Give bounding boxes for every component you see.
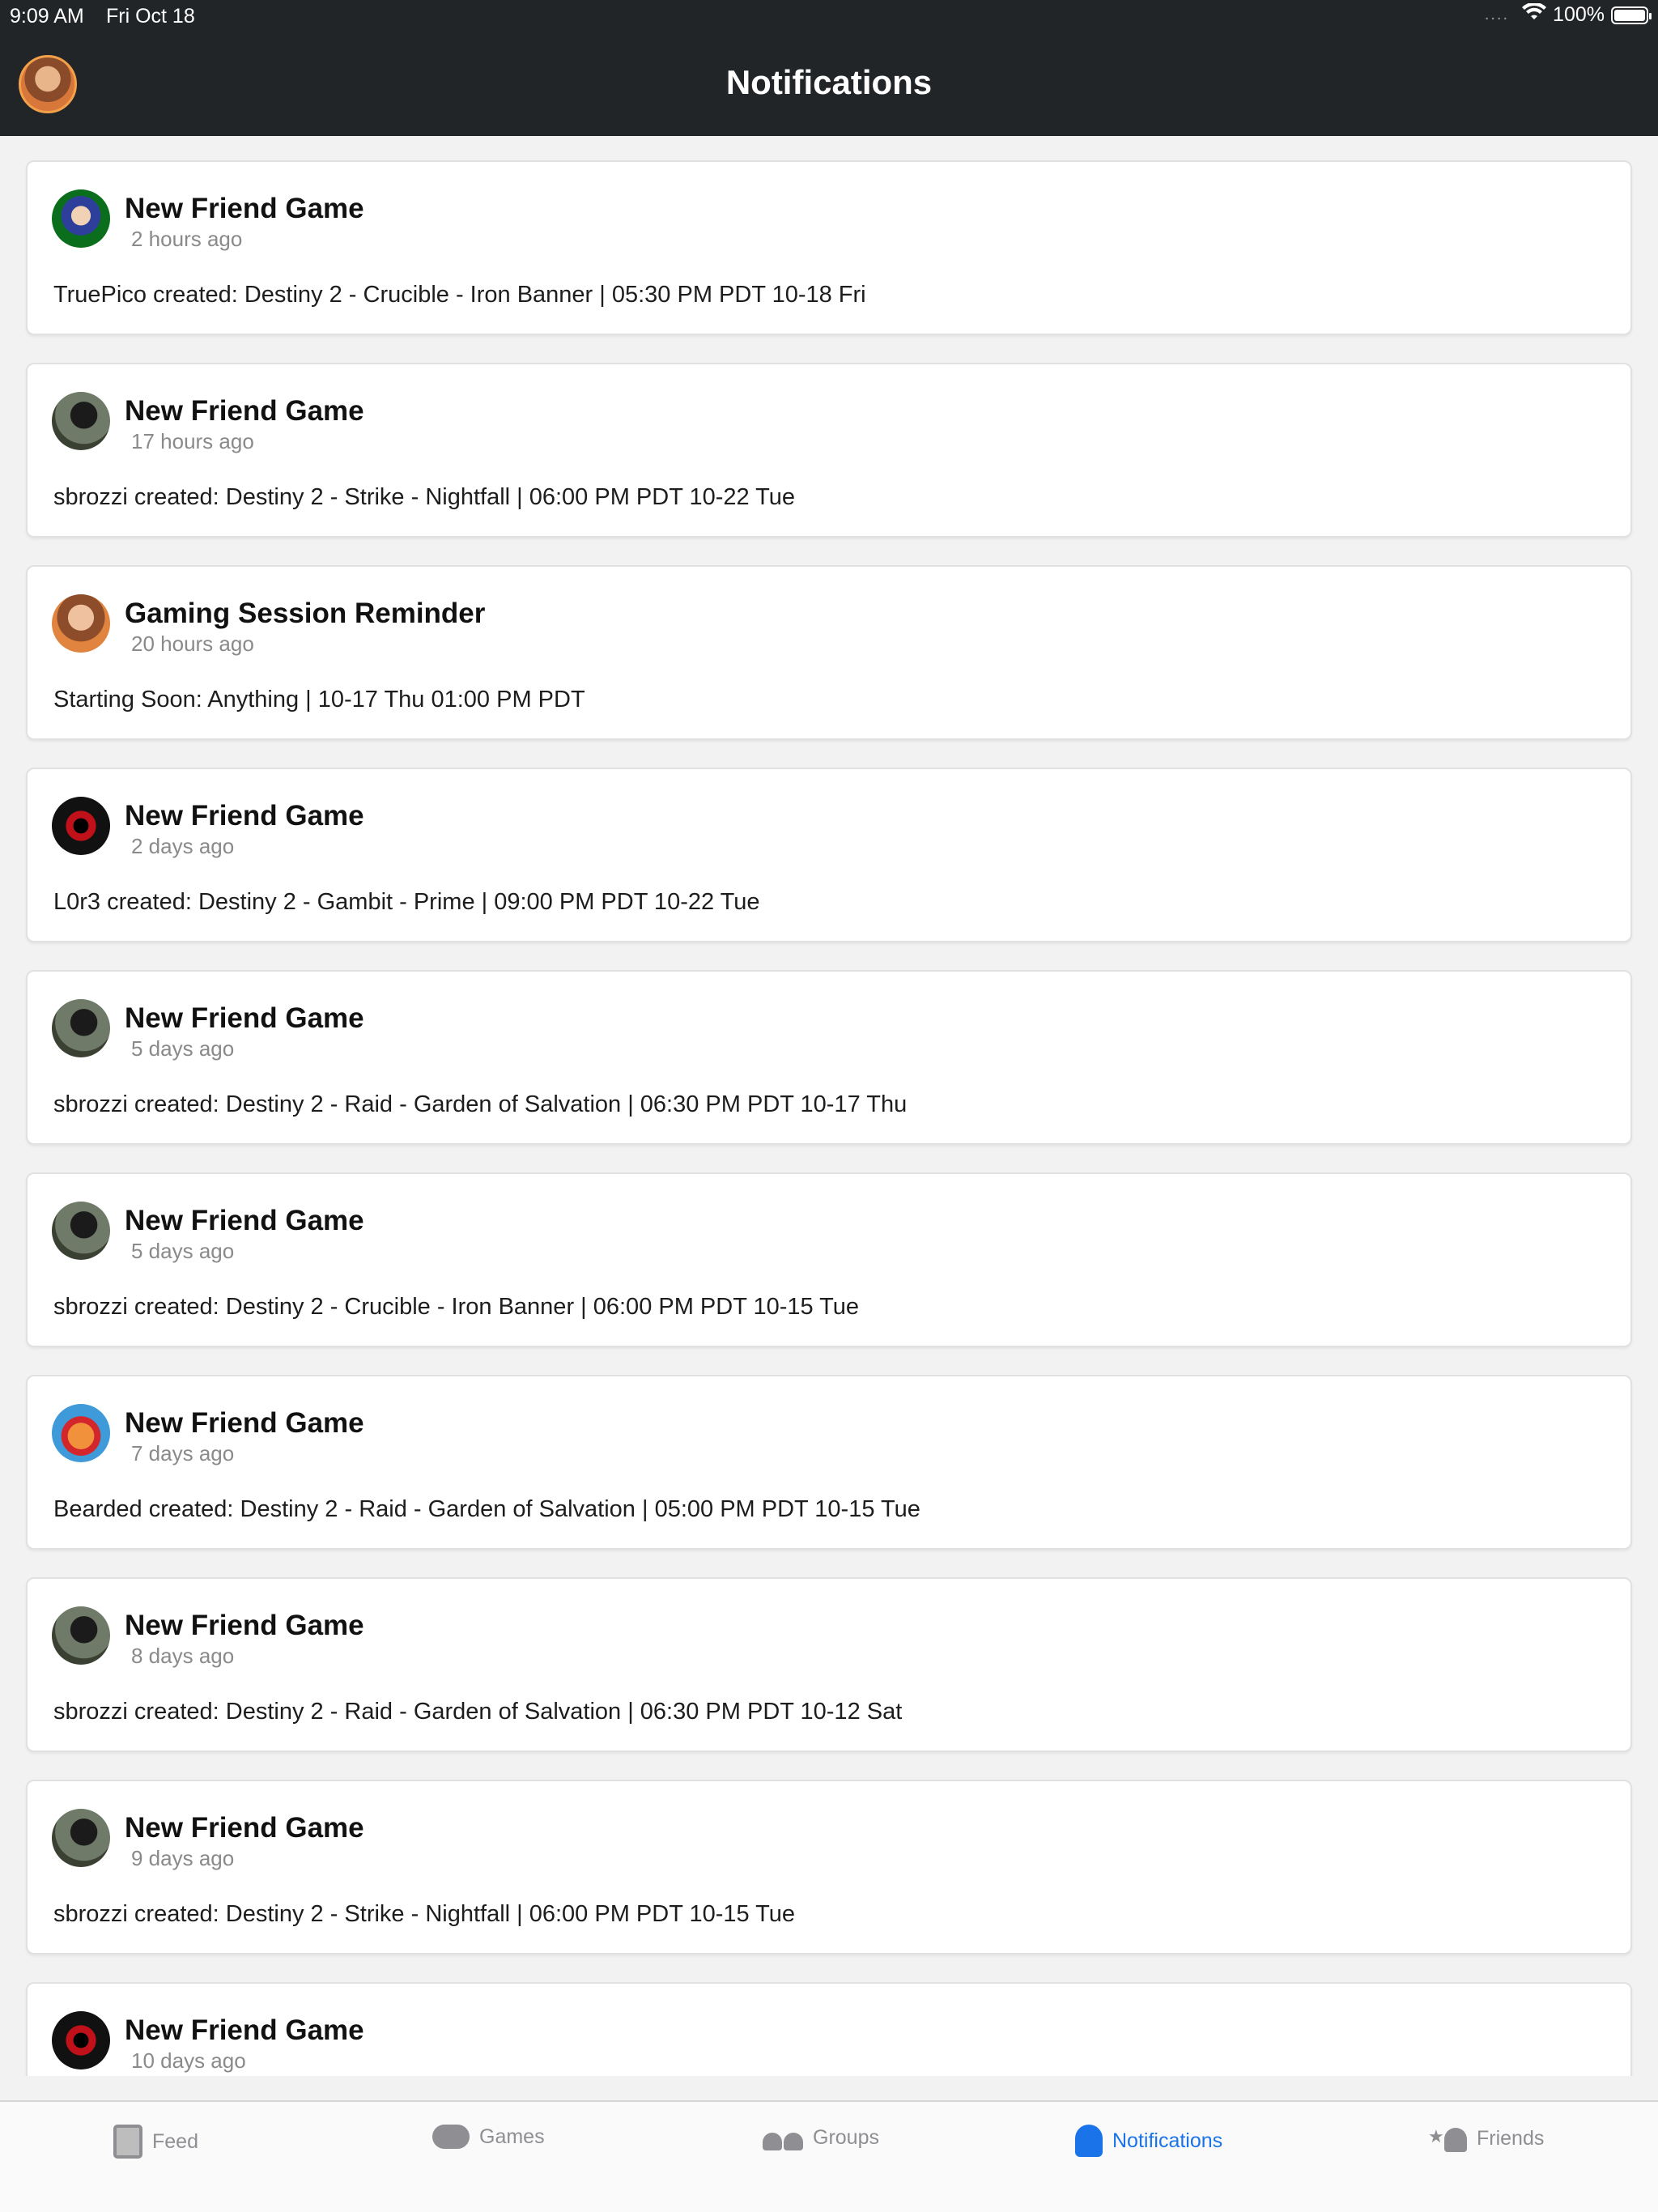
notification-card[interactable]: New Friend Game 5 days ago sbrozzi created… xyxy=(26,1172,1632,1347)
notification-body: Bearded created: Destiny 2 - Raid - Gard… xyxy=(53,1496,920,1522)
l0r3-avatar[interactable] xyxy=(52,797,110,855)
notification-card[interactable]: New Friend Game 2 hours ago TruePico creat… xyxy=(26,160,1632,335)
notification-body: sbrozzi created: Destiny 2 - Raid - Gard… xyxy=(53,1091,908,1117)
sbrozzi-avatar[interactable] xyxy=(52,999,110,1057)
top-bar: 9:09 AM Fri Oct 18 .... 100% Notificatio… xyxy=(0,0,1658,136)
groups-icon xyxy=(763,2125,803,2150)
tab-label: Groups xyxy=(813,2125,879,2149)
wifi-icon xyxy=(1522,2,1547,27)
status-right: .... 100% xyxy=(1484,2,1652,27)
friends-icon xyxy=(1428,2125,1467,2152)
notification-title: Gaming Session Reminder xyxy=(125,598,486,629)
notification-time: 20 hours ago xyxy=(131,632,254,656)
status-bar: 9:09 AM Fri Oct 18 .... 100% xyxy=(0,0,1658,32)
tab-label: Feed xyxy=(152,2129,198,2153)
notification-card[interactable]: Gaming Session Reminder 20 hours ago Start… xyxy=(26,565,1632,740)
notification-time: 2 hours ago xyxy=(131,227,243,251)
page-title: Notifications xyxy=(725,63,933,101)
notification-title: New Friend Game xyxy=(125,1407,364,1439)
notification-title: New Friend Game xyxy=(125,395,364,427)
battery-icon xyxy=(1611,6,1652,24)
notification-card[interactable]: New Friend Game 9 days ago sbrozzi created… xyxy=(26,1780,1632,1955)
sbrozzi-avatar[interactable] xyxy=(52,1606,110,1665)
tab-feed[interactable]: Feed xyxy=(113,2125,198,2159)
notification-title: New Friend Game xyxy=(125,1610,364,1641)
notification-card[interactable]: New Friend Game 5 days ago sbrozzi created… xyxy=(26,970,1632,1145)
sbrozzi-avatar[interactable] xyxy=(52,1809,110,1867)
notification-time: 2 days ago xyxy=(131,834,235,858)
tab-label: Friends xyxy=(1477,2126,1545,2150)
notification-time: 9 days ago xyxy=(131,1846,235,1870)
notification-time: 10 days ago xyxy=(131,2048,246,2073)
notification-body: Starting Soon: Anything | 10-17 Thu 01:0… xyxy=(53,687,585,713)
tab-bar: Feed Games Groups Notifications Friends xyxy=(0,2100,1658,2212)
notification-title: New Friend Game xyxy=(125,1205,364,1236)
notification-time: 17 hours ago xyxy=(131,429,254,453)
sbrozzi-avatar[interactable] xyxy=(52,1202,110,1260)
notification-body: sbrozzi created: Destiny 2 - Raid - Gard… xyxy=(53,1699,903,1725)
tab-label: Notifications xyxy=(1112,2129,1223,2152)
notification-body: TruePico created: Destiny 2 - Crucible -… xyxy=(53,282,866,308)
tab-friends[interactable]: Friends xyxy=(1428,2125,1544,2152)
notification-card[interactable]: New Friend Game 17 hours ago sbrozzi creat… xyxy=(26,363,1632,538)
tab-notifications[interactable]: Notifications xyxy=(1075,2125,1222,2157)
tab-groups[interactable]: Groups xyxy=(763,2125,879,2150)
notification-list[interactable]: New Friend Game 2 hours ago TruePico creat… xyxy=(0,136,1658,2076)
notification-body: L0r3 created: Destiny 2 - Gambit - Prime… xyxy=(53,889,760,915)
notification-time: 8 days ago xyxy=(131,1644,235,1668)
notification-time: 5 days ago xyxy=(131,1036,235,1061)
battery-fill xyxy=(1614,9,1645,21)
notification-title: New Friend Game xyxy=(125,1812,364,1844)
bearded-avatar[interactable] xyxy=(52,1404,110,1462)
notification-time: 5 days ago xyxy=(131,1239,235,1263)
feed-icon xyxy=(113,2125,142,2159)
self-avatar[interactable] xyxy=(52,594,110,653)
notification-card[interactable]: New Friend Game 7 days ago Bearded created… xyxy=(26,1375,1632,1550)
notification-body: sbrozzi created: Destiny 2 - Strike - Ni… xyxy=(53,1901,796,1927)
truepico-avatar[interactable] xyxy=(52,189,110,248)
gamepad-icon xyxy=(432,2125,470,2149)
status-time: 9:09 AM xyxy=(10,5,84,28)
notification-title: New Friend Game xyxy=(125,1002,364,1034)
notification-title: New Friend Game xyxy=(125,2014,364,2046)
status-date: Fri Oct 18 xyxy=(106,5,195,28)
notification-card[interactable]: New Friend Game 10 days ago xyxy=(26,1982,1632,2076)
tab-games[interactable]: Games xyxy=(432,2125,545,2149)
signal-icon: .... xyxy=(1484,6,1510,23)
l0r3-avatar[interactable] xyxy=(52,2011,110,2069)
battery-label: 100% xyxy=(1553,3,1605,26)
notification-title: New Friend Game xyxy=(125,800,364,832)
bell-icon xyxy=(1075,2125,1103,2157)
notification-card[interactable]: New Friend Game 8 days ago sbrozzi created… xyxy=(26,1577,1632,1752)
notification-title: New Friend Game xyxy=(125,193,364,224)
notification-body: sbrozzi created: Destiny 2 - Crucible - … xyxy=(53,1294,860,1320)
sbrozzi-avatar[interactable] xyxy=(52,392,110,450)
notification-time: 7 days ago xyxy=(131,1441,235,1465)
tab-label: Games xyxy=(479,2125,545,2148)
notification-card[interactable]: New Friend Game 2 days ago L0r3 created: D… xyxy=(26,768,1632,942)
notification-body: sbrozzi created: Destiny 2 - Strike - Ni… xyxy=(53,484,796,510)
